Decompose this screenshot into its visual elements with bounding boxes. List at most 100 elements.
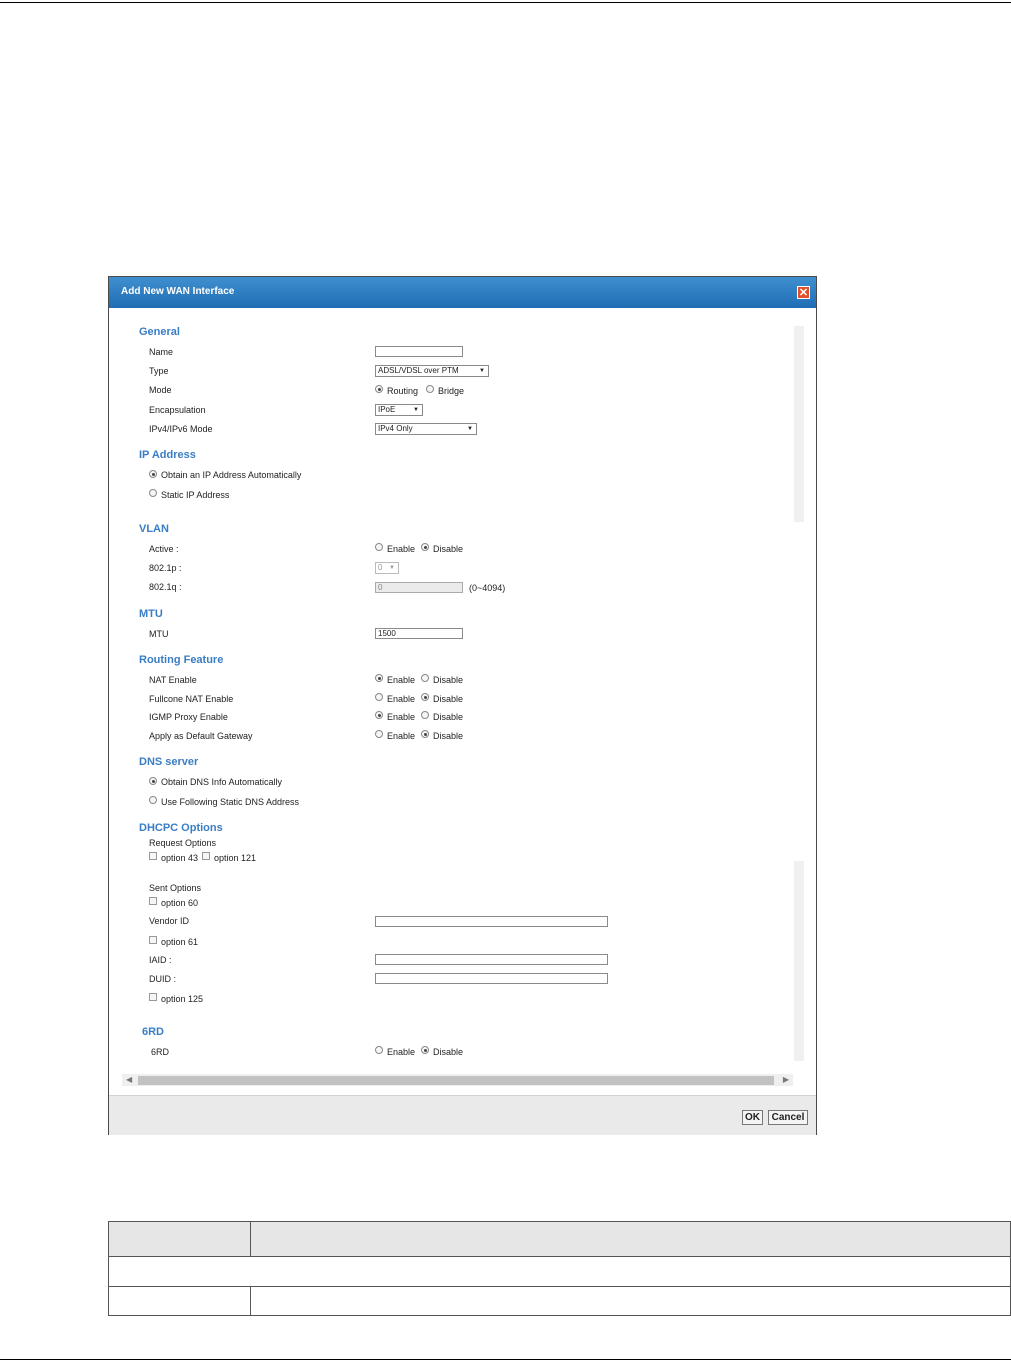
dialog-content: General Name Type ADSL/VDSL over PTM ▼ M… xyxy=(109,308,816,1066)
horizontal-scrollbar-thumb[interactable] xyxy=(138,1076,774,1085)
ip-auto-radio[interactable] xyxy=(149,470,157,478)
dialog-title: Add New WAN Interface xyxy=(121,286,235,297)
nat-disable-radio[interactable] xyxy=(421,674,429,682)
dialog-footer: OK Cancel xyxy=(109,1095,816,1135)
nat-enable-radio[interactable] xyxy=(375,674,383,682)
chevron-down-icon: ▼ xyxy=(479,368,485,374)
option121-label: option 121 xyxy=(214,853,257,863)
option43-label: option 43 xyxy=(161,853,199,863)
dns-static-radio[interactable] xyxy=(149,796,157,804)
nat-disable-option: Disable xyxy=(433,675,464,685)
chevron-down-icon: ▼ xyxy=(413,407,419,413)
mode-bridge-radio[interactable] xyxy=(426,385,434,393)
option43-checkbox[interactable] xyxy=(149,852,157,860)
igmp-enable-radio[interactable] xyxy=(375,711,383,719)
horizontal-scrollbar[interactable]: ◀ ▶ xyxy=(122,1074,793,1086)
vlan-8021q-label: 802.1q : xyxy=(149,582,182,592)
dns-static-label: Use Following Static DNS Address xyxy=(161,797,300,807)
igmp-disable-radio[interactable] xyxy=(421,711,429,719)
sixrd-enable-option: Enable xyxy=(387,1047,416,1057)
mode-bridge-label: Bridge xyxy=(438,386,465,396)
encapsulation-select-value: IPoE xyxy=(378,405,396,414)
iaid-input[interactable] xyxy=(375,954,608,965)
sixrd-label: 6RD xyxy=(151,1047,170,1057)
field-description-table xyxy=(108,1221,1011,1316)
option60-checkbox[interactable] xyxy=(149,897,157,905)
mtu-input[interactable]: 1500 xyxy=(375,628,463,639)
vlan-8021p-select[interactable]: 0 ▼ xyxy=(375,562,399,574)
option61-label: option 61 xyxy=(161,937,199,947)
mode-label: Mode xyxy=(149,385,172,395)
igmp-disable-option: Disable xyxy=(433,712,464,722)
vlan-disable-radio[interactable] xyxy=(421,543,429,551)
table-header-cell xyxy=(250,1221,1011,1257)
gateway-enable-option: Enable xyxy=(387,731,416,741)
fullcone-enable-radio[interactable] xyxy=(375,693,383,701)
option60-label: option 60 xyxy=(161,898,199,908)
close-icon[interactable]: ✕ xyxy=(797,286,810,299)
table-row xyxy=(108,1286,1011,1316)
table-cell xyxy=(108,1286,251,1316)
scroll-right-icon[interactable]: ▶ xyxy=(783,1074,789,1086)
default-gateway-label: Apply as Default Gateway xyxy=(149,731,253,741)
vlan-8021p-value: 0 xyxy=(378,563,383,572)
type-label: Type xyxy=(149,366,169,376)
fullcone-enable-option: Enable xyxy=(387,694,416,704)
section-general: General xyxy=(139,326,180,338)
mode-routing-radio[interactable] xyxy=(375,385,383,393)
fullcone-disable-radio[interactable] xyxy=(421,693,429,701)
ip-static-radio[interactable] xyxy=(149,489,157,497)
section-dhcpc-options: DHCPC Options xyxy=(139,822,223,834)
vertical-scrollbar-track-lower[interactable] xyxy=(794,861,804,1061)
ip-auto-label: Obtain an IP Address Automatically xyxy=(161,470,302,480)
gateway-disable-radio[interactable] xyxy=(421,730,429,738)
fullcone-disable-option: Disable xyxy=(433,694,464,704)
vlan-8021q-input[interactable]: 0 xyxy=(375,582,463,593)
sent-options-label: Sent Options xyxy=(149,883,202,893)
mtu-label: MTU xyxy=(149,629,169,639)
name-input[interactable] xyxy=(375,346,463,357)
option125-checkbox[interactable] xyxy=(149,993,157,1001)
igmp-proxy-label: IGMP Proxy Enable xyxy=(149,712,228,722)
request-options-label: Request Options xyxy=(149,838,217,848)
type-select[interactable]: ADSL/VDSL over PTM ▼ xyxy=(375,365,489,377)
section-6rd: 6RD xyxy=(142,1026,165,1038)
vlan-active-label: Active : xyxy=(149,544,179,554)
nat-enable-option: Enable xyxy=(387,675,416,685)
name-label: Name xyxy=(149,347,174,357)
option61-checkbox[interactable] xyxy=(149,936,157,944)
sixrd-enable-radio[interactable] xyxy=(375,1046,383,1054)
ok-button[interactable]: OK xyxy=(742,1110,763,1125)
mode-routing-label: Routing xyxy=(387,386,419,396)
vendor-id-input[interactable] xyxy=(375,916,608,927)
ip-mode-select[interactable]: IPv4 Only ▼ xyxy=(375,423,477,435)
chevron-down-icon: ▼ xyxy=(467,426,473,432)
scroll-left-icon[interactable]: ◀ xyxy=(126,1074,132,1086)
gateway-enable-radio[interactable] xyxy=(375,730,383,738)
encapsulation-label: Encapsulation xyxy=(149,405,206,415)
dialog-titlebar: Add New WAN Interface ✕ xyxy=(109,277,816,308)
ip-static-label: Static IP Address xyxy=(161,490,230,500)
duid-input[interactable] xyxy=(375,973,608,984)
table-header-row xyxy=(108,1221,1011,1257)
vlan-enable-radio[interactable] xyxy=(375,543,383,551)
option121-checkbox[interactable] xyxy=(202,852,210,860)
sixrd-disable-radio[interactable] xyxy=(421,1046,429,1054)
nat-enable-label: NAT Enable xyxy=(149,675,197,685)
chevron-down-icon: ▼ xyxy=(389,565,395,571)
igmp-enable-option: Enable xyxy=(387,712,416,722)
ip-mode-label: IPv4/IPv6 Mode xyxy=(149,424,213,434)
section-routing-feature: Routing Feature xyxy=(139,654,224,666)
type-select-value: ADSL/VDSL over PTM xyxy=(378,366,459,375)
ip-mode-select-value: IPv4 Only xyxy=(378,424,413,433)
section-mtu: MTU xyxy=(139,608,163,620)
header-rule xyxy=(0,2,1011,3)
section-vlan: VLAN xyxy=(139,523,169,535)
gateway-disable-option: Disable xyxy=(433,731,464,741)
encapsulation-select[interactable]: IPoE ▼ xyxy=(375,404,423,416)
vlan-enable-label: Enable xyxy=(387,544,416,554)
vlan-disable-label: Disable xyxy=(433,544,464,554)
cancel-button[interactable]: Cancel xyxy=(768,1110,808,1125)
vertical-scrollbar-track[interactable] xyxy=(794,326,804,522)
dns-auto-radio[interactable] xyxy=(149,777,157,785)
